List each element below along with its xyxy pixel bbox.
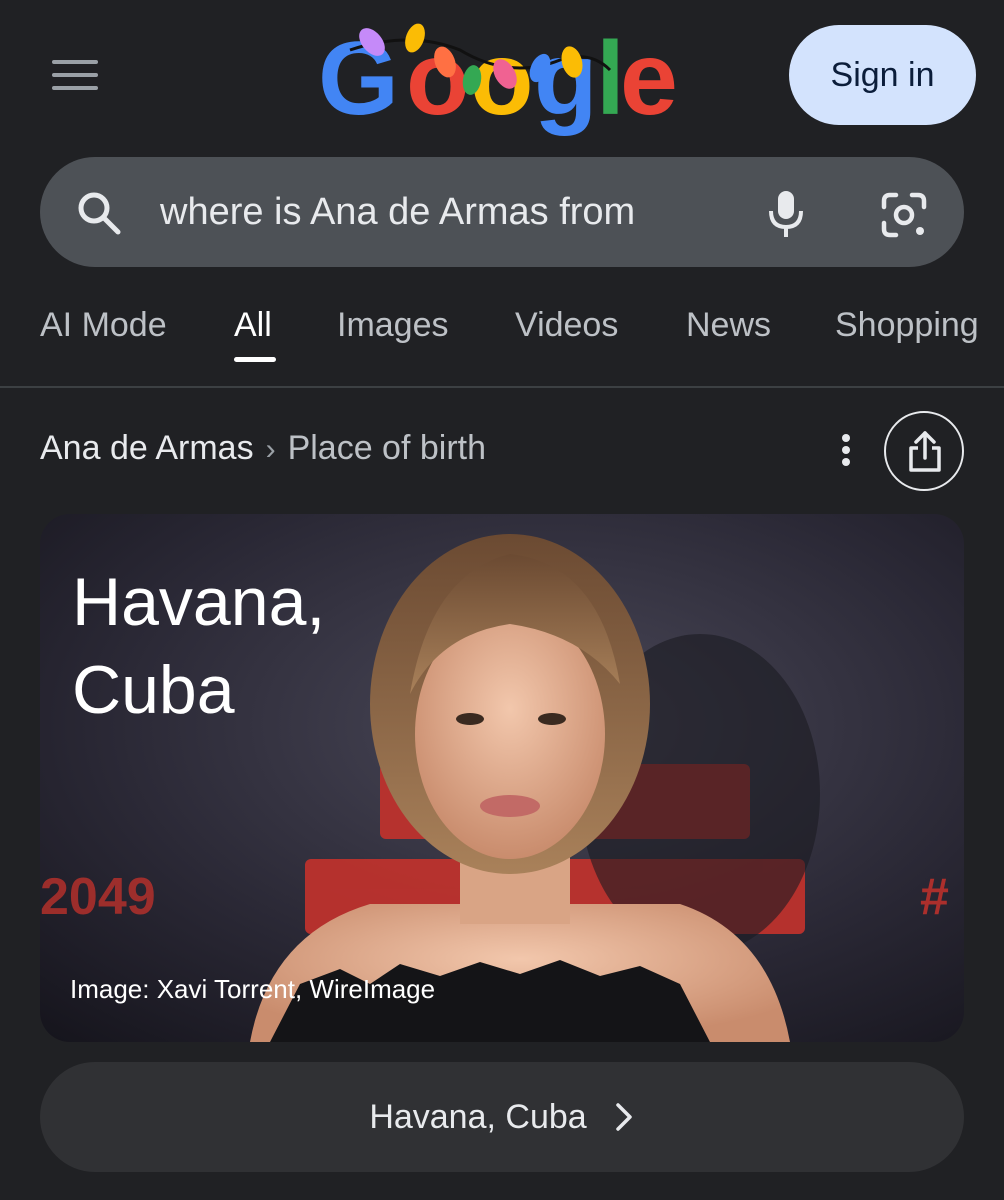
share-button[interactable]: [884, 411, 964, 491]
tab-ai-mode[interactable]: AI Mode: [40, 300, 167, 350]
search-input[interactable]: where is Ana de Armas from: [160, 185, 635, 239]
backdrop-text-hash: #: [920, 868, 949, 926]
more-vert-icon[interactable]: [832, 428, 860, 472]
tab-all[interactable]: All: [234, 300, 272, 350]
search-tabs: AI Mode All Images Videos News Shopping: [0, 300, 1004, 388]
google-lens-icon[interactable]: [876, 187, 932, 243]
microphone-icon[interactable]: [758, 185, 814, 241]
sign-in-button[interactable]: Sign in: [789, 25, 976, 125]
breadcrumb-attribute: Place of birth: [287, 429, 487, 467]
hamburger-menu-icon[interactable]: [48, 54, 102, 96]
place-of-birth-card[interactable]: 2049 # Havana, Cuba Image: Xavi Torrent,…: [40, 514, 964, 1042]
active-tab-indicator: [234, 357, 276, 362]
answer-chip[interactable]: Havana, Cuba: [40, 1062, 964, 1172]
breadcrumb-separator: ›: [265, 433, 276, 466]
backdrop-text-2049: 2049: [40, 868, 156, 926]
divider: [0, 386, 1004, 388]
tab-images[interactable]: Images: [337, 300, 449, 350]
answer-label: Havana, Cuba: [369, 1097, 587, 1136]
svg-text:g: g: [534, 21, 598, 137]
image-credit: Image: Xavi Torrent, WireImage: [70, 974, 436, 1004]
share-icon: [909, 431, 941, 472]
tab-news[interactable]: News: [686, 300, 771, 350]
card-title: Havana, Cuba: [72, 564, 326, 728]
svg-text:e: e: [620, 21, 678, 137]
tab-shopping[interactable]: Shopping: [835, 300, 979, 350]
svg-text:G: G: [318, 21, 399, 137]
breadcrumb: Ana de Armas › Place of birth: [40, 424, 486, 474]
breadcrumb-entity[interactable]: Ana de Armas: [40, 429, 254, 467]
google-doodle-logo[interactable]: G o o g l e: [310, 10, 690, 150]
search-results-page: G o o g l e Sign in where is Ana de Arma…: [0, 0, 1004, 1200]
search-bar[interactable]: where is Ana de Armas from: [40, 157, 964, 267]
tab-videos[interactable]: Videos: [515, 300, 618, 350]
chevron-right-icon: [615, 1103, 632, 1131]
search-icon[interactable]: [74, 188, 124, 238]
